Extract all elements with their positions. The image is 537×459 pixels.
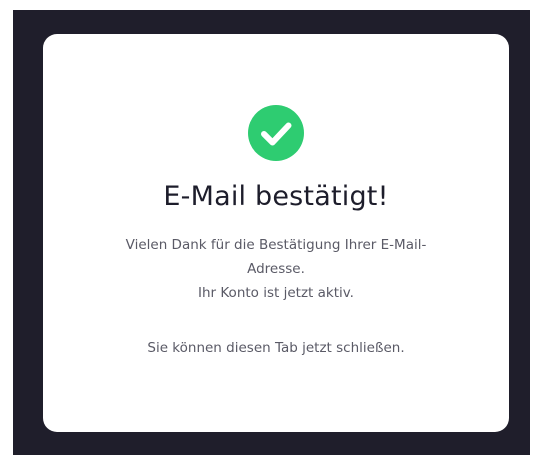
message-line: Ihr Konto ist jetzt aktiv. [198,285,354,301]
page-title: E-Mail bestätigt! [163,181,389,212]
message-line: Vielen Dank für die Bestätigung Ihrer E-… [125,237,427,253]
confirmation-card: E-Mail bestätigt! Vielen Dank für die Be… [43,34,509,432]
confirmation-message: Vielen Dank für die Bestätigung Ihrer E-… [83,233,469,305]
page-backdrop: E-Mail bestätigt! Vielen Dank für die Be… [13,10,530,455]
close-tab-hint: Sie können diesen Tab jetzt schließen. [147,340,405,356]
check-circle-icon [248,105,304,161]
message-line: Adresse. [247,261,305,277]
